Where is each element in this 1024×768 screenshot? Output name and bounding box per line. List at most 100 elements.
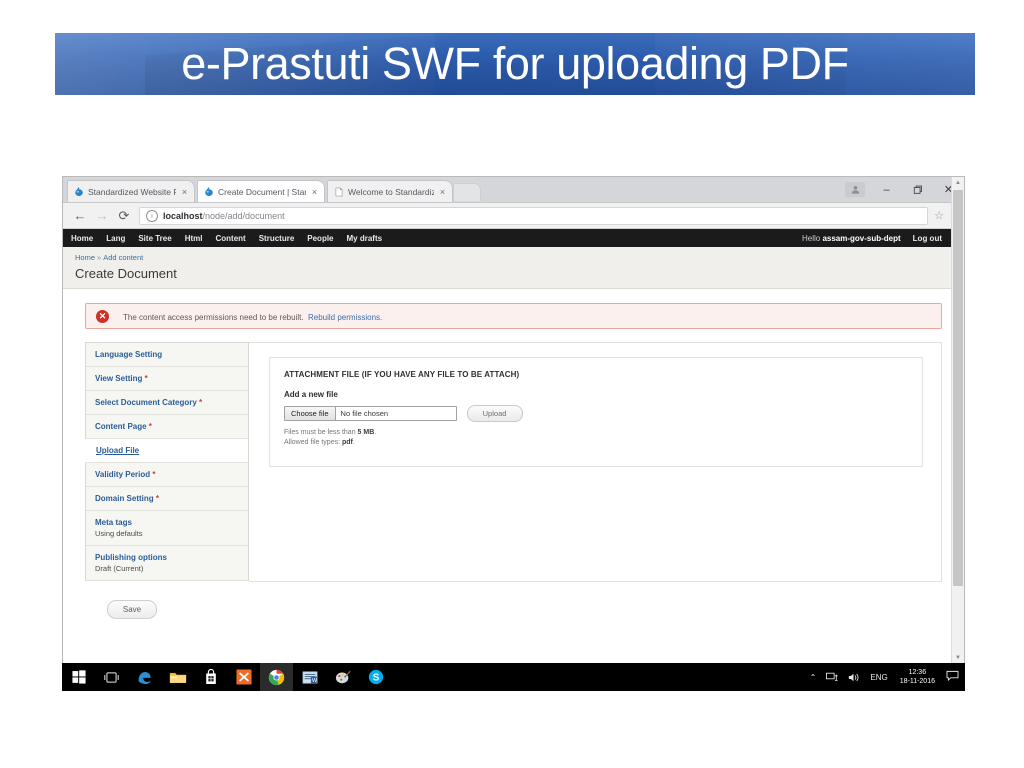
admin-link-structure[interactable]: Structure: [259, 234, 295, 243]
address-bar[interactable]: i localhost/node/add/document: [139, 206, 929, 225]
file-types-help: Allowed file types: pdf.: [284, 438, 908, 447]
vertical-tab-summary: Using defaults: [95, 529, 143, 538]
vertical-tab-title: Domain Setting: [95, 494, 154, 503]
site-info-icon[interactable]: i: [146, 209, 158, 222]
vertical-tab-summary: Draft (Current): [95, 564, 144, 573]
vertical-tab-title: Select Document Category: [95, 398, 197, 407]
admin-link-lang[interactable]: Lang: [106, 234, 125, 243]
browser-tab-2[interactable]: Create Document | Stan ×: [197, 180, 325, 202]
vertical-tab-publishing-options[interactable]: Publishing options Draft (Current): [86, 546, 248, 581]
vertical-tab-label: Publishing options: [95, 553, 239, 562]
language-indicator[interactable]: ENG: [870, 673, 887, 682]
edge-browser-icon[interactable]: [128, 663, 161, 691]
page-title: Create Document: [75, 266, 177, 281]
attachment-fieldset-legend: ATTACHMENT FILE (IF YOU HAVE ANY FILE TO…: [284, 370, 520, 379]
browser-toolbar: ← → ⟳ i localhost/node/add/document ☆ ⋮: [63, 203, 964, 229]
page-scrollbar[interactable]: ▲ ▼: [951, 177, 964, 664]
microsoft-store-icon[interactable]: [194, 663, 227, 691]
show-hidden-icons-chevron[interactable]: ⌃: [810, 673, 817, 682]
page-content: ✕ The content access permissions need to…: [63, 289, 964, 664]
drupal-favicon: [205, 186, 213, 196]
profile-avatar-icon[interactable]: [845, 182, 865, 197]
vertical-tab-label: Content Page *: [95, 422, 239, 431]
browser-tab-3-close-icon[interactable]: ×: [437, 187, 448, 197]
xampp-icon[interactable]: [227, 663, 260, 691]
file-input[interactable]: Choose file No file chosen: [284, 406, 457, 421]
upload-button[interactable]: Upload: [466, 405, 523, 422]
paint-icon[interactable]: [326, 663, 359, 691]
required-marker: *: [152, 470, 156, 479]
browser-tab-2-label: Create Document | Stan: [218, 186, 306, 197]
clock[interactable]: 12:36 18-11-2016: [900, 668, 935, 687]
save-button[interactable]: Save: [107, 600, 157, 619]
vertical-tab-title: Language Setting: [95, 350, 163, 359]
file-explorer-icon[interactable]: [161, 663, 194, 691]
notification-bubble-icon: [946, 670, 959, 682]
slide-title: e-Prastuti SWF for uploading PDF: [181, 38, 849, 89]
vertical-tab-domain-setting[interactable]: Domain Setting *: [86, 487, 248, 511]
scroll-up-button[interactable]: ▲: [952, 177, 964, 189]
slide-title-banner: e-Prastuti SWF for uploading PDF: [55, 33, 975, 95]
breadcrumb-current[interactable]: Add content: [103, 253, 143, 262]
admin-link-html[interactable]: Html: [185, 234, 203, 243]
vertical-tab-content-page[interactable]: Content Page *: [86, 415, 248, 439]
browser-tab-2-close-icon[interactable]: ×: [309, 187, 320, 197]
skype-icon[interactable]: S: [359, 663, 392, 691]
file-size-help-prefix: Files must be less than: [284, 429, 358, 436]
greeting-prefix: Hello: [801, 233, 821, 243]
reload-button[interactable]: ⟳: [113, 205, 135, 227]
breadcrumb-home[interactable]: Home: [75, 253, 95, 262]
choose-file-button[interactable]: Choose file: [285, 407, 336, 420]
maximize-button[interactable]: [902, 177, 933, 202]
new-tab-button[interactable]: [453, 183, 481, 201]
document-icon: W: [302, 670, 317, 683]
url-path: /node/add/document: [202, 210, 285, 221]
volume-icon[interactable]: [848, 672, 860, 683]
vertical-tab-label: View Setting *: [95, 374, 239, 383]
word-document-icon[interactable]: W: [293, 663, 326, 691]
start-button[interactable]: [62, 663, 95, 691]
browser-tab-3[interactable]: Welcome to Standardize ×: [327, 180, 453, 202]
action-center-icon[interactable]: [946, 670, 959, 684]
rebuild-permissions-link[interactable]: Rebuild permissions.: [308, 313, 382, 322]
vertical-tab-language-setting[interactable]: Language Setting: [86, 343, 248, 367]
page-favicon: [335, 187, 343, 196]
skype-logo-icon: S: [368, 669, 383, 685]
scrollbar-thumb[interactable]: [953, 190, 963, 586]
admin-link-home[interactable]: Home: [71, 234, 93, 243]
admin-link-people[interactable]: People: [307, 234, 333, 243]
browser-tab-1[interactable]: Standardized Website Fr ×: [67, 180, 195, 202]
minimize-button[interactable]: –: [871, 177, 902, 202]
system-tray: ⌃ ENG 12:36 18-11-2016: [805, 663, 961, 691]
logout-link[interactable]: Log out: [913, 234, 942, 243]
back-button[interactable]: ←: [69, 205, 91, 227]
restore-icon: [913, 185, 922, 194]
network-icon[interactable]: [826, 672, 838, 683]
bookmark-star-icon[interactable]: ☆: [934, 209, 944, 222]
speaker-icon: [849, 673, 859, 681]
vertical-tab-label: Language Setting: [95, 350, 239, 359]
task-view-button[interactable]: [95, 663, 128, 691]
chrome-logo-icon: [268, 669, 285, 685]
status-message-error: ✕ The content access permissions need to…: [85, 303, 942, 329]
vertical-tab-title: View Setting: [95, 374, 143, 383]
vertical-tab-upload-file[interactable]: Upload File: [85, 439, 248, 463]
admin-greeting: Hello assam-gov-sub-dept: [802, 234, 901, 243]
admin-link-content[interactable]: Content: [215, 234, 245, 243]
error-message-text: The content access permissions need to b…: [123, 313, 304, 322]
browser-tab-1-close-icon[interactable]: ×: [179, 187, 190, 197]
paint-palette-icon: [335, 670, 351, 684]
vertical-tab-title: Validity Period: [95, 470, 151, 479]
admin-link-site-tree[interactable]: Site Tree: [138, 234, 171, 243]
file-size-help: Files must be less than 5 MB.: [284, 428, 908, 437]
svg-text:S: S: [372, 673, 379, 684]
chrome-browser-icon[interactable]: [260, 663, 293, 691]
vertical-tab-meta-tags[interactable]: Meta tags Using defaults: [86, 511, 248, 546]
browser-tab-3-label: Welcome to Standardize: [348, 186, 434, 197]
vertical-tab-validity-period[interactable]: Validity Period *: [86, 463, 248, 487]
vertical-tab-view-setting[interactable]: View Setting *: [86, 367, 248, 391]
clock-time: 12:36: [908, 668, 927, 676]
vertical-tab-select-document-category[interactable]: Select Document Category *: [86, 391, 248, 415]
breadcrumb: Home» Add content: [75, 253, 952, 262]
admin-link-my-drafts[interactable]: My drafts: [347, 234, 383, 243]
